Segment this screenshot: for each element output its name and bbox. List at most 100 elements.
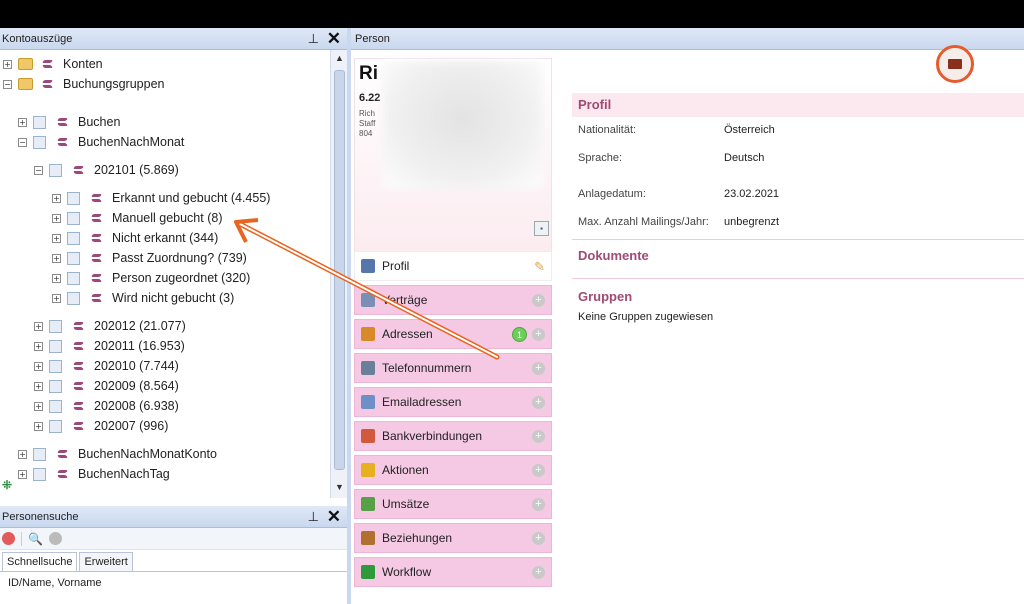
expander-icon[interactable]: +: [34, 321, 43, 331]
search-icon[interactable]: 🔍: [28, 532, 43, 546]
checkbox[interactable]: [49, 319, 62, 333]
nav-item-umsätze[interactable]: Umsätze +: [354, 489, 552, 519]
expander-icon[interactable]: +: [34, 401, 43, 411]
checkbox[interactable]: [49, 339, 62, 353]
tree-node[interactable]: + Buchen: [18, 112, 120, 132]
nav-item-emailadressen[interactable]: Emailadressen +: [354, 387, 552, 417]
pin-icon[interactable]: ⊥: [308, 509, 319, 525]
add-icon[interactable]: +: [532, 294, 545, 307]
expander-icon[interactable]: +: [3, 59, 12, 69]
tree-node-label: Passt Zuordnung? (739): [112, 251, 247, 265]
nav-item-bankverbindungen[interactable]: Bankverbindungen +: [354, 421, 552, 451]
expand-all-icon[interactable]: ⁜: [2, 478, 12, 492]
personensuche-header: Personensuche ⊥ ✕: [0, 506, 347, 528]
group-icon: [72, 380, 86, 392]
checkbox[interactable]: [67, 291, 80, 305]
person-line: Rich: [359, 109, 376, 118]
scroll-thumb[interactable]: [334, 70, 345, 470]
expander-icon[interactable]: +: [52, 293, 61, 303]
tab-erweitert[interactable]: Erweitert: [79, 552, 133, 571]
add-icon[interactable]: +: [532, 532, 545, 545]
tree-node[interactable]: + Erkannt und gebucht (4.455): [52, 188, 270, 208]
expander-icon[interactable]: +: [18, 117, 27, 127]
checkbox[interactable]: [33, 115, 46, 129]
add-icon[interactable]: +: [532, 498, 545, 511]
expander-icon[interactable]: +: [18, 449, 27, 459]
expander-icon[interactable]: +: [52, 193, 61, 203]
tree-node[interactable]: + Wird nicht gebucht (3): [52, 288, 234, 308]
add-icon[interactable]: +: [532, 328, 545, 341]
add-icon[interactable]: +: [532, 566, 545, 579]
expander-icon[interactable]: +: [34, 341, 43, 351]
profil-row: Anlagedatum: 23.02.2021: [572, 181, 1024, 209]
add-icon[interactable]: +: [532, 362, 545, 375]
group-icon: [56, 468, 70, 480]
tree-node[interactable]: +202009 (8.564): [34, 376, 179, 396]
expander-icon[interactable]: +: [52, 273, 61, 283]
checkbox[interactable]: [49, 163, 62, 177]
checkbox[interactable]: [49, 419, 62, 433]
expander-icon[interactable]: +: [34, 421, 43, 431]
nav-item-beziehungen[interactable]: Beziehungen +: [354, 523, 552, 553]
edit-icon[interactable]: ✎: [534, 259, 545, 275]
personensuche-panel: Personensuche ⊥ ✕ 🔍 Schnellsuche Erweite…: [0, 506, 347, 604]
tree-node[interactable]: +202011 (16.953): [34, 336, 185, 356]
tree-node[interactable]: + BuchenNachTag: [18, 464, 170, 484]
screen-share-button[interactable]: [936, 45, 974, 83]
checkbox[interactable]: [33, 135, 46, 149]
add-icon[interactable]: +: [532, 464, 545, 477]
scroll-up-icon[interactable]: ▲: [333, 53, 346, 67]
tree-node[interactable]: + Manuell gebucht (8): [52, 208, 222, 228]
card-options-button[interactable]: ▪: [534, 221, 549, 236]
expander-icon[interactable]: −: [18, 137, 27, 147]
add-icon[interactable]: +: [532, 430, 545, 443]
nav-item-telefonnummern[interactable]: Telefonnummern +: [354, 353, 552, 383]
expander-icon[interactable]: +: [52, 213, 61, 223]
nav-item-profil[interactable]: Profil ✎: [354, 251, 552, 281]
tree-node[interactable]: − Buchungsgruppen: [3, 74, 164, 94]
tree-node[interactable]: + Konten: [3, 54, 103, 74]
expander-icon[interactable]: +: [18, 469, 27, 479]
tree-node[interactable]: +202008 (6.938): [34, 396, 179, 416]
clear-icon[interactable]: [48, 532, 62, 545]
tree-node[interactable]: + Nicht erkannt (344): [52, 228, 218, 248]
checkbox[interactable]: [67, 211, 80, 225]
expander-icon[interactable]: +: [52, 253, 61, 263]
close-icon[interactable]: ✕: [327, 507, 341, 527]
checkbox[interactable]: [67, 231, 80, 245]
tree-node[interactable]: + Passt Zuordnung? (739): [52, 248, 247, 268]
tree-node[interactable]: − BuchenNachMonat: [18, 132, 184, 152]
tree-scrollbar[interactable]: ▲ ▼: [330, 50, 347, 498]
tree-node[interactable]: − 202101 (5.869): [34, 160, 179, 180]
nav-item-verträge[interactable]: Verträge +: [354, 285, 552, 315]
expander-icon[interactable]: −: [34, 165, 43, 175]
checkbox[interactable]: [33, 467, 46, 481]
pin-icon[interactable]: ⊥: [308, 31, 319, 47]
tree-node[interactable]: + BuchenNachMonatKonto: [18, 444, 217, 464]
checkbox[interactable]: [67, 251, 80, 265]
checkbox[interactable]: [49, 399, 62, 413]
tree-node[interactable]: +202007 (996): [34, 416, 168, 436]
scroll-down-icon[interactable]: ▼: [333, 482, 346, 496]
expander-icon[interactable]: +: [34, 381, 43, 391]
tree-node[interactable]: + Person zugeordnet (320): [52, 268, 250, 288]
tree-node[interactable]: +202010 (7.744): [34, 356, 179, 376]
checkbox[interactable]: [49, 379, 62, 393]
expander-icon[interactable]: +: [52, 233, 61, 243]
checkbox[interactable]: [33, 447, 46, 461]
expander-icon[interactable]: +: [34, 361, 43, 371]
nav-item-workflow[interactable]: Workflow +: [354, 557, 552, 587]
checkbox[interactable]: [49, 359, 62, 373]
checkbox[interactable]: [67, 271, 80, 285]
stop-icon[interactable]: [2, 532, 15, 545]
tab-schnellsuche[interactable]: Schnellsuche: [2, 552, 78, 571]
nav-item-aktionen[interactable]: Aktionen +: [354, 455, 552, 485]
nav-item-adressen[interactable]: Adressen 1 +: [354, 319, 552, 349]
checkbox[interactable]: [67, 191, 80, 205]
add-icon[interactable]: +: [532, 396, 545, 409]
nav-icon: [361, 531, 375, 545]
tree-node[interactable]: +202012 (21.077): [34, 316, 186, 336]
tree-node-label: BuchenNachTag: [78, 467, 170, 481]
expander-icon[interactable]: −: [3, 79, 12, 89]
close-icon[interactable]: ✕: [327, 29, 341, 49]
